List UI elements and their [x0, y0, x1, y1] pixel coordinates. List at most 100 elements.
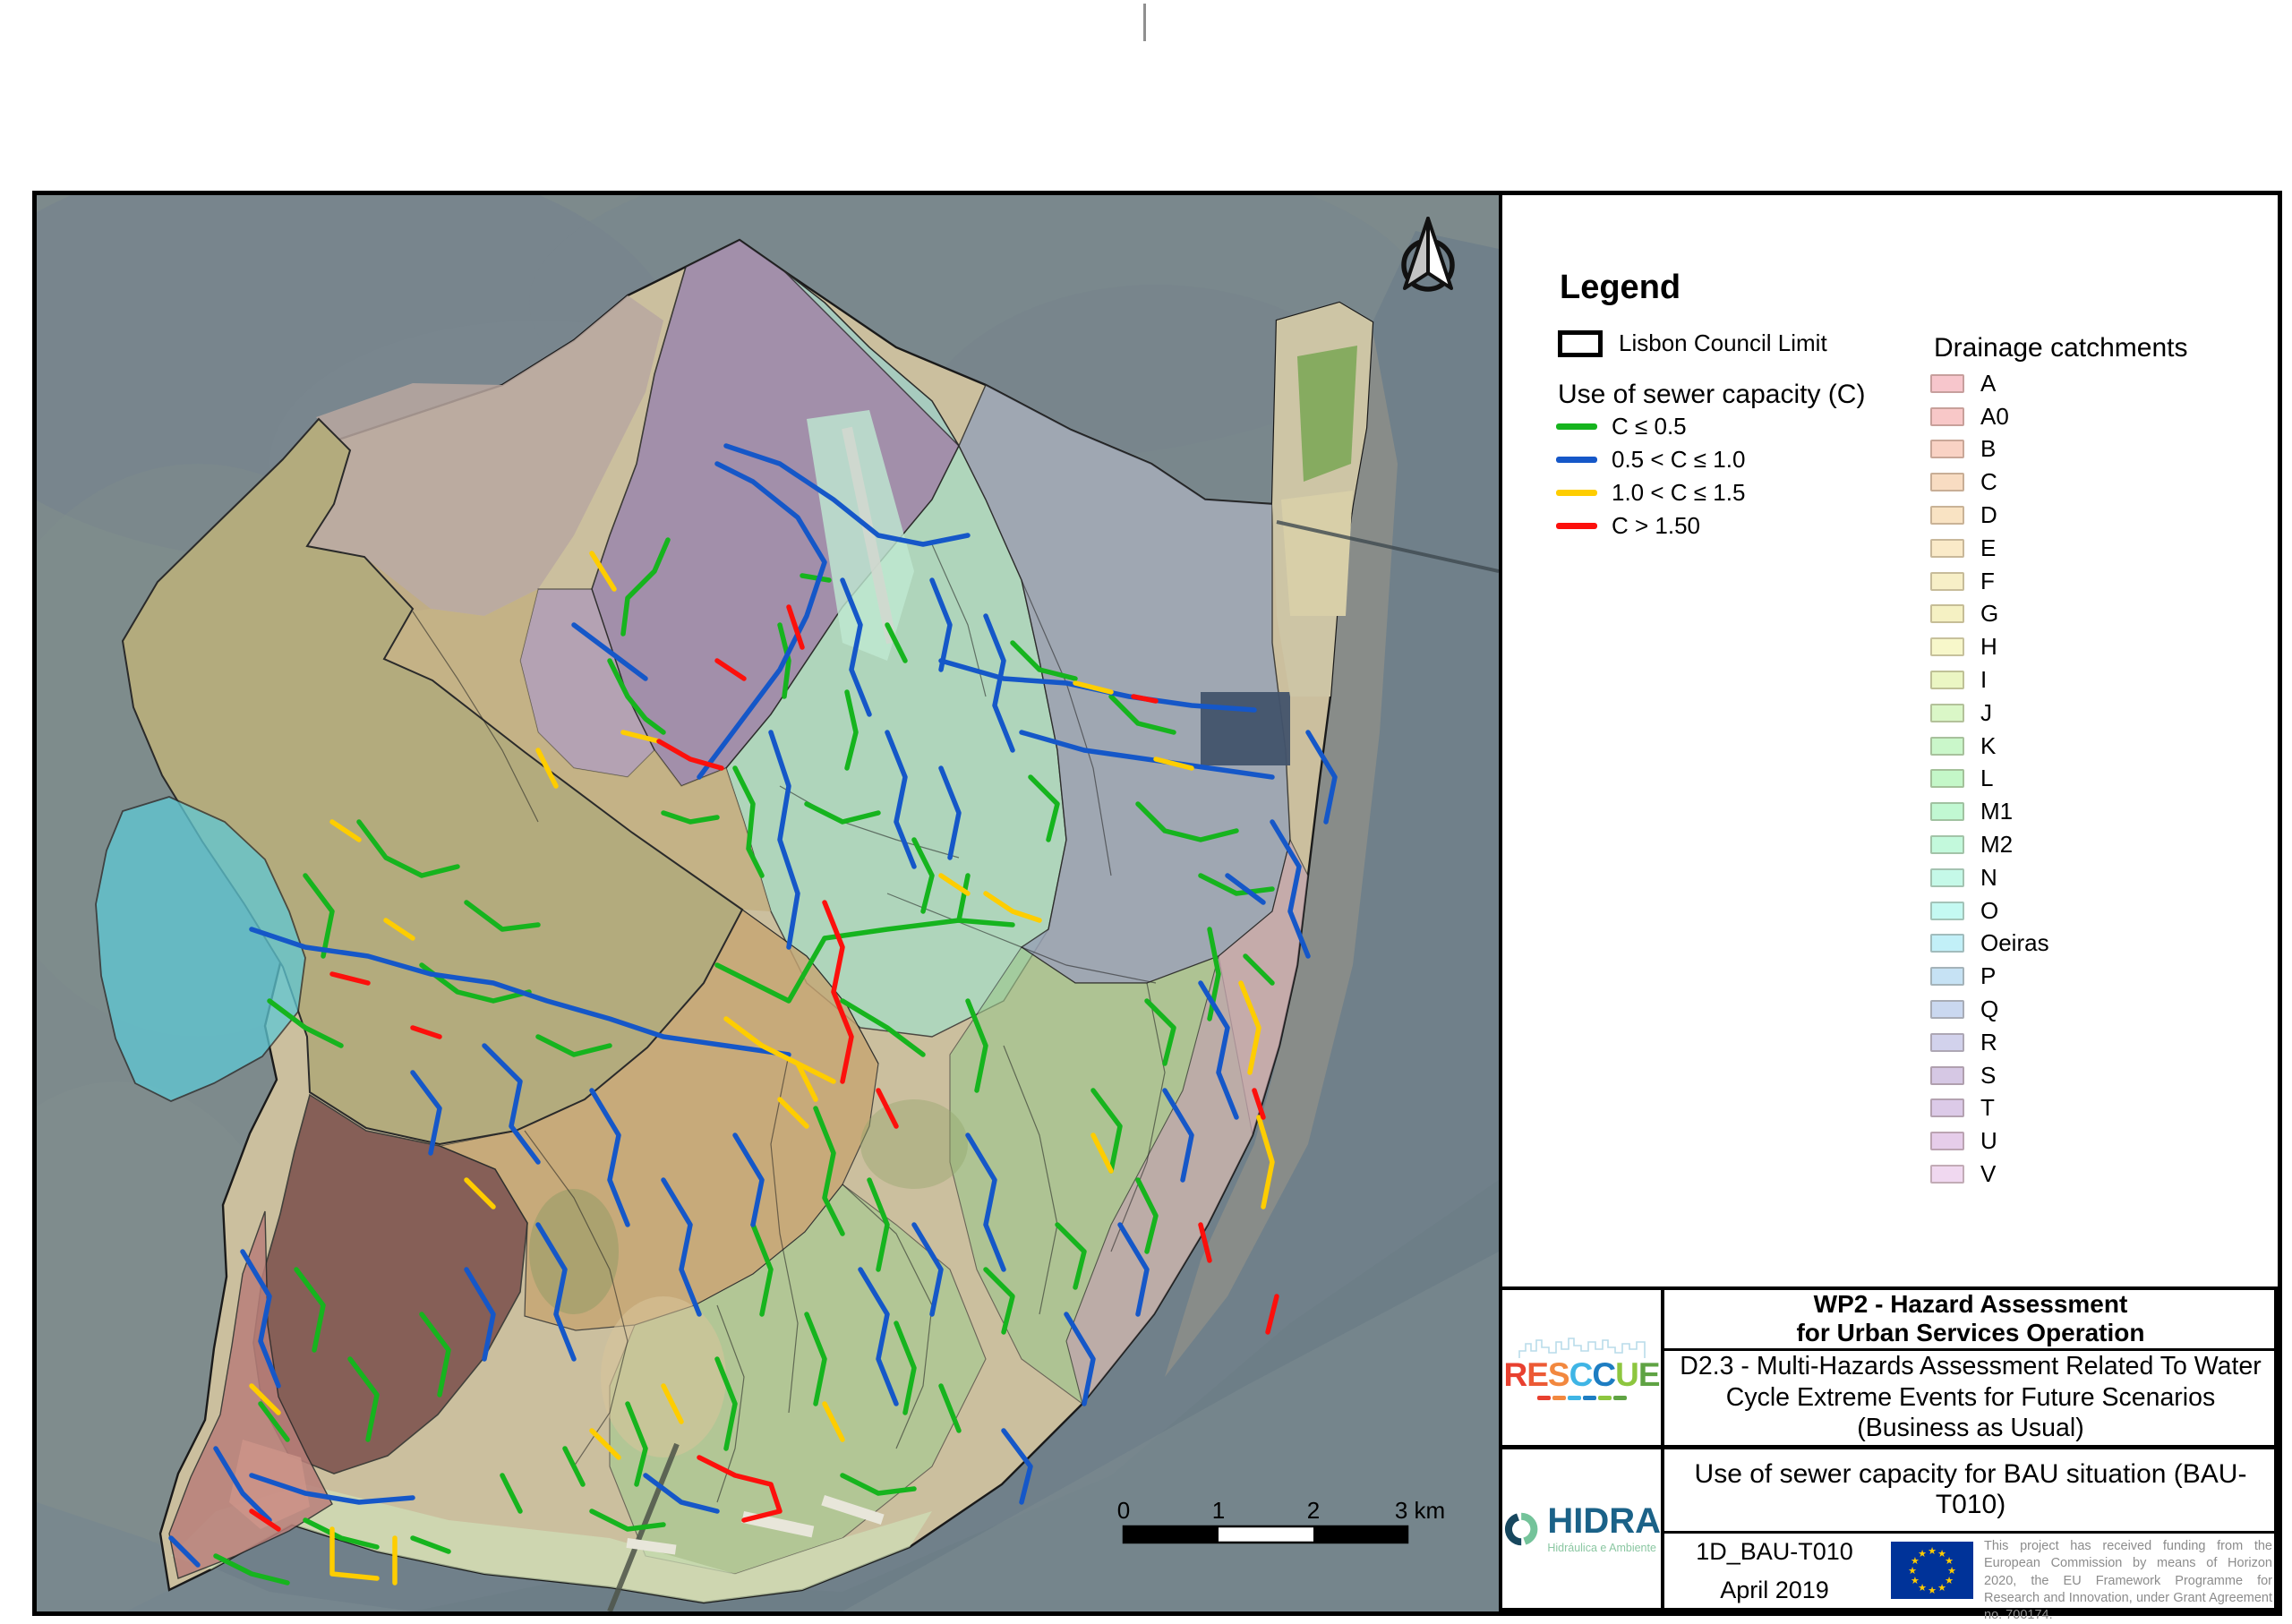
catchment-item: S — [1930, 1059, 2049, 1092]
resccue-tagline-segment — [1568, 1396, 1581, 1400]
sewer-class-label: 1.0 < C ≤ 1.5 — [1612, 479, 1745, 507]
catchment-item: G — [1930, 598, 2049, 631]
catchment-swatch-icon — [1930, 407, 1964, 426]
catchment-label: M1 — [1980, 798, 2013, 825]
catchment-item: Oeiras — [1930, 927, 2049, 961]
catchment-label: L — [1980, 765, 1993, 792]
resccue-letter: E — [1527, 1356, 1548, 1393]
catchment-item: E — [1930, 532, 2049, 565]
project-title: WP2 - Hazard Assessment for Urban Servic… — [1667, 1290, 2274, 1347]
catchment-label: Q — [1980, 996, 1998, 1023]
catchment-swatch-icon — [1930, 1098, 1964, 1117]
catchment-item: D — [1930, 499, 2049, 532]
scale-tick-0: 0 — [1117, 1497, 1130, 1524]
catchment-swatch-icon — [1930, 934, 1964, 953]
drawing-code: 1D_BAU-T010 — [1696, 1533, 1853, 1571]
catchment-label: F — [1980, 568, 1995, 595]
sewer-class-label: 0.5 < C ≤ 1.0 — [1612, 446, 1745, 474]
catchment-item: A0 — [1930, 400, 2049, 433]
lisbon-map: 0 1 2 3 km — [37, 195, 1499, 1611]
catchment-item: N — [1930, 861, 2049, 894]
map-title: Use of sewer capacity for BAU situation … — [1667, 1450, 2274, 1529]
sewer-class-line-icon — [1556, 523, 1597, 529]
catchment-label: E — [1980, 534, 1996, 562]
catchment-swatch-icon — [1930, 473, 1964, 491]
catchment-label: H — [1980, 633, 1997, 661]
catchment-label: C — [1980, 468, 1997, 496]
catchment-swatch-icon — [1930, 1000, 1964, 1019]
resccue-tagline-segment — [1537, 1396, 1551, 1400]
catchment-label: U — [1980, 1127, 1997, 1155]
registration-mark — [1143, 4, 1146, 41]
catchment-swatch-icon — [1930, 802, 1964, 821]
sewer-class-item: 1.0 < C ≤ 1.5 — [1556, 476, 1745, 509]
catchment-label: T — [1980, 1094, 1995, 1122]
catchment-label: N — [1980, 864, 1997, 892]
hidra-name: HIDRA — [1547, 1503, 1661, 1539]
sewer-class-item: C > 1.50 — [1556, 509, 1745, 543]
catchment-label: B — [1980, 435, 1996, 463]
catchment-swatch-icon — [1930, 737, 1964, 756]
catchment-label: Oeiras — [1980, 929, 2049, 957]
catchment-item: B — [1930, 433, 2049, 466]
catchment-swatch-icon — [1930, 1066, 1964, 1085]
catchment-item: P — [1930, 960, 2049, 993]
council-limit-swatch-icon — [1558, 330, 1603, 357]
hidra-logo: HIDRA Hidráulica e Ambiente — [1502, 1450, 1661, 1607]
deliverable-title: D2.3 - Multi-Hazards Assessment Related … — [1667, 1352, 2274, 1443]
catchment-swatch-icon — [1930, 704, 1964, 722]
catchment-label: O — [1980, 897, 1998, 925]
catchment-item: Q — [1930, 993, 2049, 1026]
catchment-swatch-icon — [1930, 835, 1964, 854]
resccue-letter: E — [1638, 1356, 1660, 1393]
catchment-swatch-icon — [1930, 440, 1964, 458]
catchment-label: A — [1980, 370, 1996, 397]
catchment-item: T — [1930, 1092, 2049, 1125]
sewer-class-label: C ≤ 0.5 — [1612, 413, 1687, 440]
catchment-swatch-icon — [1930, 572, 1964, 591]
project-title-line2: for Urban Services Operation — [1796, 1319, 2144, 1347]
catchment-label: G — [1980, 600, 1998, 628]
catchment-item: K — [1930, 730, 2049, 763]
resccue-wordmark: RESCCUE — [1504, 1358, 1660, 1391]
resccue-logo: RESCCUE — [1502, 1290, 1661, 1444]
catchment-label: D — [1980, 501, 1997, 529]
drawing-info: 1D_BAU-T010 April 2019 — [1667, 1534, 1882, 1608]
catchment-item: U — [1930, 1124, 2049, 1158]
drainage-catchments-list: AA0BCDEFGHIJKLM1M2NOOeirasPQRSTUV — [1930, 367, 2049, 1191]
catchment-swatch-icon — [1930, 902, 1964, 920]
catchment-swatch-icon — [1930, 374, 1964, 393]
catchment-swatch-icon — [1930, 1132, 1964, 1150]
sewer-class-line-icon — [1556, 423, 1597, 430]
catchment-item: L — [1930, 763, 2049, 796]
catchment-item: F — [1930, 565, 2049, 598]
catchment-swatch-icon — [1930, 868, 1964, 887]
catchment-item: A — [1930, 367, 2049, 400]
catchment-item: M1 — [1930, 795, 2049, 828]
drawing-date: April 2019 — [1720, 1571, 1829, 1610]
scale-tick-2: 2 — [1307, 1497, 1320, 1524]
catchment-swatch-icon — [1930, 539, 1964, 558]
catchment-swatch-icon — [1930, 1033, 1964, 1052]
sewer-class-item: C ≤ 0.5 — [1556, 410, 1745, 443]
drainage-catchments-heading: Drainage catchments — [1934, 333, 2187, 363]
eu-flag-icon: ★★★★★★★★★★★★ — [1891, 1542, 1973, 1599]
catchment-swatch-icon — [1930, 506, 1964, 525]
resccue-letter: S — [1548, 1356, 1569, 1393]
resccue-letter: U — [1615, 1356, 1638, 1393]
sewer-capacity-classes: C ≤ 0.5 0.5 < C ≤ 1.0 1.0 < C ≤ 1.5C > 1.5… — [1556, 410, 1745, 543]
hidra-logo-icon — [1502, 1503, 1540, 1555]
title-block-divider — [1499, 1445, 2278, 1449]
catchment-label: V — [1980, 1160, 1996, 1188]
resccue-tagline-segment — [1598, 1396, 1612, 1400]
catchment-item: I — [1930, 663, 2049, 697]
catchment-item: J — [1930, 697, 2049, 730]
catchment-swatch-icon — [1930, 637, 1964, 656]
sewer-class-line-icon — [1556, 490, 1597, 496]
catchment-swatch-icon — [1930, 967, 1964, 986]
catchment-swatch-icon — [1930, 1165, 1964, 1184]
catchment-item: M2 — [1930, 828, 2049, 861]
sewer-capacity-heading: Use of sewer capacity (C) — [1558, 380, 1865, 410]
catchment-item: H — [1930, 630, 2049, 663]
resccue-tagline-segment — [1613, 1396, 1627, 1400]
